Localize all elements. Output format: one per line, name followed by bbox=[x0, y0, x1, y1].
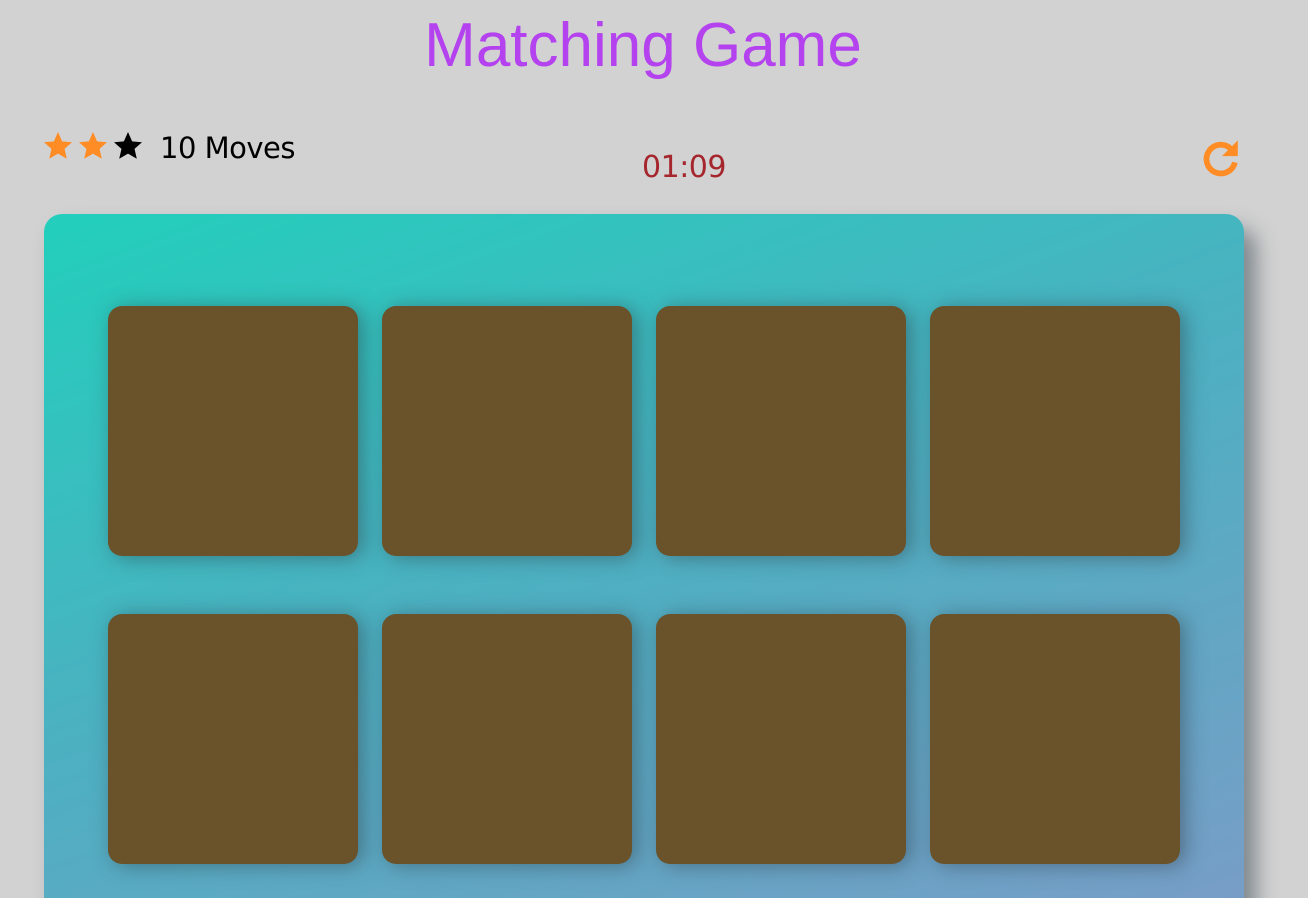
game-page: Matching Game 10 Moves 01:09 bbox=[0, 0, 1308, 898]
restart-button[interactable] bbox=[1198, 136, 1244, 182]
score-panel: 10 Moves 01:09 bbox=[42, 128, 1244, 192]
restart-icon bbox=[1203, 140, 1238, 177]
card[interactable] bbox=[656, 306, 906, 556]
card[interactable] bbox=[382, 306, 632, 556]
card[interactable] bbox=[108, 306, 358, 556]
card[interactable] bbox=[656, 614, 906, 864]
star-rating bbox=[42, 130, 144, 164]
timer: 01:09 bbox=[642, 150, 726, 185]
star-icon bbox=[77, 130, 109, 164]
card[interactable] bbox=[930, 306, 1180, 556]
moves-counter: 10 Moves bbox=[160, 131, 296, 165]
star-icon bbox=[42, 130, 74, 164]
card-deck bbox=[44, 214, 1244, 898]
card[interactable] bbox=[930, 614, 1180, 864]
card[interactable] bbox=[382, 614, 632, 864]
card[interactable] bbox=[108, 614, 358, 864]
star-icon bbox=[112, 130, 144, 164]
page-title: Matching Game bbox=[424, 11, 862, 80]
